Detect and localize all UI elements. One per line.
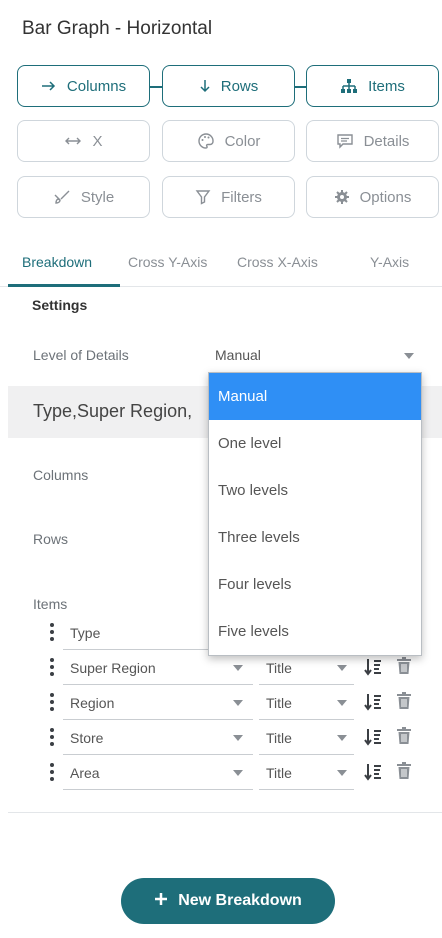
item-field-select[interactable]: Area [63, 756, 253, 790]
panel-title: Bar Graph - Horizontal [22, 18, 213, 39]
chevron-down-icon [233, 735, 243, 741]
palette-icon [197, 132, 215, 150]
settings-heading: Settings [32, 297, 88, 313]
level-of-details-label: Level of Details [33, 347, 129, 363]
level-of-details-select[interactable]: Manual [208, 338, 422, 372]
options-button[interactable]: Options [306, 176, 439, 218]
item-field-select[interactable]: Super Region [63, 651, 253, 685]
sort-icon[interactable] [364, 727, 382, 752]
new-breakdown-button[interactable]: New Breakdown [121, 878, 335, 924]
chevron-down-icon [337, 770, 347, 776]
details-button[interactable]: Details [306, 120, 439, 162]
brush-icon [53, 189, 71, 205]
drag-handle-icon[interactable] [50, 623, 54, 644]
active-tab-indicator [8, 284, 120, 287]
dropdown-option-two-levels[interactable]: Two levels [209, 467, 421, 514]
trash-icon[interactable] [396, 762, 412, 785]
level-of-details-value: Manual [215, 347, 261, 363]
sort-icon[interactable] [364, 692, 382, 717]
items-label: Items [368, 77, 405, 95]
item-field-value: Store [70, 730, 104, 746]
item-format-select[interactable]: Title [259, 686, 354, 720]
chevron-down-icon [337, 700, 347, 706]
style-button[interactable]: Style [17, 176, 150, 218]
trash-icon[interactable] [396, 692, 412, 715]
comment-icon [336, 133, 354, 149]
hierarchy-icon [340, 79, 358, 93]
sort-icon[interactable] [364, 657, 382, 682]
horizontal-arrows-icon [64, 136, 82, 146]
drag-handle-icon[interactable] [50, 728, 54, 749]
level-of-details-dropdown: Manual One level Two levels Three levels… [208, 372, 422, 656]
item-field-select[interactable]: Region [63, 686, 253, 720]
item-field-value: Area [70, 765, 100, 781]
drag-handle-icon[interactable] [50, 763, 54, 784]
tab-cross-y-axis[interactable]: Cross Y-Axis [128, 254, 207, 270]
arrow-right-icon [41, 80, 57, 92]
filters-button[interactable]: Filters [162, 176, 295, 218]
filters-label: Filters [221, 188, 262, 206]
dropdown-option-four-levels[interactable]: Four levels [209, 561, 421, 608]
chevron-down-icon [233, 700, 243, 706]
color-button[interactable]: Color [162, 120, 295, 162]
connector [149, 86, 163, 88]
item-field-value: Type [70, 625, 101, 641]
rows-label: Rows [220, 77, 259, 95]
chevron-down-icon [337, 735, 347, 741]
item-format-select[interactable]: Title [259, 721, 354, 755]
chevron-down-icon [337, 665, 347, 671]
columns-label: Columns [66, 77, 127, 95]
drag-handle-icon[interactable] [50, 693, 54, 714]
details-label: Details [363, 132, 410, 150]
plus-icon [154, 892, 168, 911]
drag-handle-icon[interactable] [50, 658, 54, 679]
item-format-value: Title [266, 765, 292, 781]
tab-y-axis[interactable]: Y-Axis [370, 254, 409, 270]
item-field-value: Super Region [70, 660, 156, 676]
trash-icon[interactable] [396, 727, 412, 750]
rows-label: Rows [33, 531, 69, 547]
options-label: Options [359, 188, 412, 206]
columns-label: Columns [33, 467, 89, 483]
arrow-down-icon [199, 79, 211, 93]
dropdown-option-manual[interactable]: Manual [209, 373, 421, 420]
item-format-value: Title [266, 695, 292, 711]
color-label: Color [224, 132, 261, 150]
items-label: Items [33, 596, 68, 612]
columns-button[interactable]: Columns [17, 65, 150, 107]
gear-icon [334, 189, 350, 205]
x-label: X [92, 132, 103, 150]
tab-breakdown[interactable]: Breakdown [22, 254, 92, 270]
sort-icon[interactable] [364, 762, 382, 787]
trash-icon[interactable] [396, 657, 412, 680]
item-format-value: Title [266, 730, 292, 746]
chevron-down-icon [404, 353, 414, 359]
dropdown-option-three-levels[interactable]: Three levels [209, 514, 421, 561]
chevron-down-icon [233, 770, 243, 776]
item-field-value: Region [70, 695, 115, 711]
dropdown-option-one-level[interactable]: One level [209, 420, 421, 467]
tab-cross-x-axis[interactable]: Cross X-Axis [237, 254, 318, 270]
chevron-down-icon [233, 665, 243, 671]
section-divider [8, 812, 442, 813]
breakdown-header: Type,Super Region, [33, 401, 193, 421]
item-format-value: Title [266, 660, 292, 676]
item-format-select[interactable]: Title [259, 651, 354, 685]
rows-button[interactable]: Rows [162, 65, 295, 107]
dropdown-option-five-levels[interactable]: Five levels [209, 608, 421, 655]
item-format-select[interactable]: Title [259, 756, 354, 790]
new-breakdown-label: New Breakdown [178, 892, 302, 909]
x-button[interactable]: X [17, 120, 150, 162]
filter-icon [195, 189, 211, 205]
style-label: Style [80, 188, 115, 206]
item-field-select[interactable]: Store [63, 721, 253, 755]
items-button[interactable]: Items [306, 65, 439, 107]
